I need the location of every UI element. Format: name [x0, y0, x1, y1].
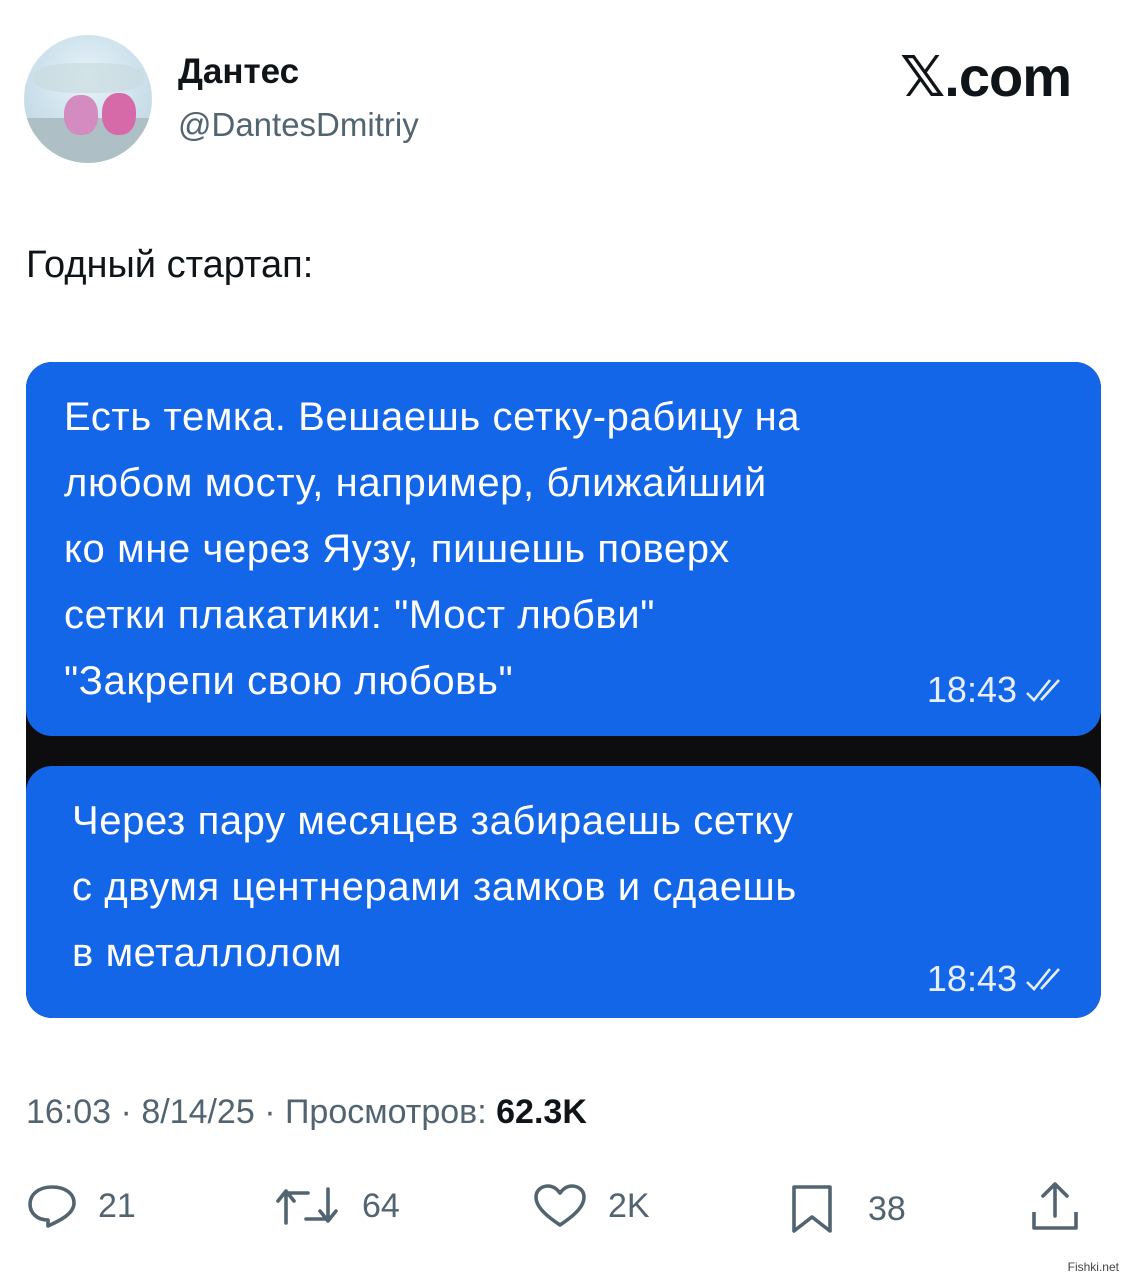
repost-button[interactable]: 64	[272, 1183, 400, 1229]
avatar-figure-right	[102, 93, 136, 135]
chat-screenshot: Есть темка. Вешаешь сетку-рабицу на любо…	[26, 362, 1101, 1018]
double-check-icon	[1026, 679, 1060, 702]
x-logo: 𝕏.com	[900, 45, 1072, 108]
chat-message-time: 18:43	[926, 669, 1017, 710]
watermark: Fishki.net	[1067, 1260, 1119, 1274]
tweet-time: 16:03	[26, 1093, 112, 1131]
author-handle[interactable]: @DantesDmitriy	[178, 106, 419, 144]
chat-message-time: 18:43	[926, 958, 1017, 999]
reply-button[interactable]: 21	[26, 1183, 136, 1229]
heart-icon	[534, 1184, 586, 1227]
chat-message-meta: 18:43	[927, 657, 1071, 723]
chat-message-bubble: Есть темка. Вешаешь сетку-рабицу на любо…	[26, 362, 1101, 736]
chat-message-bubble: Через пару месяцев забираешь сетку с дву…	[26, 766, 1101, 1018]
bookmark-count: 38	[868, 1189, 906, 1228]
chat-message-text: Есть темка. Вешаешь сетку-рабицу на любо…	[64, 395, 801, 703]
double-check-icon	[1026, 968, 1060, 991]
tweet-date: 8/14/25	[141, 1093, 255, 1131]
like-count: 2K	[608, 1186, 650, 1225]
tweet-text: Годный стартап:	[26, 244, 314, 286]
bookmark-icon	[792, 1185, 832, 1233]
views-label: Просмотров:	[284, 1093, 487, 1131]
share-icon	[1032, 1182, 1078, 1230]
chat-message-meta: 18:43	[927, 946, 1071, 1012]
repost-icon	[276, 1187, 338, 1225]
tweet-timestamp[interactable]: 16:03 · 8/14/25 · Просмотров: 62.3K	[26, 1093, 587, 1132]
author-display-name[interactable]: Дантес	[178, 52, 299, 92]
like-button[interactable]: 2K	[532, 1183, 650, 1229]
reply-icon	[28, 1185, 76, 1228]
repost-count: 64	[362, 1186, 400, 1225]
bookmark-button[interactable]: 38	[790, 1183, 906, 1235]
views-count: 62.3K	[496, 1093, 587, 1131]
reply-count: 21	[98, 1186, 136, 1225]
avatar-figure-left	[64, 95, 98, 135]
avatar-trees	[34, 63, 144, 93]
avatar[interactable]	[24, 35, 152, 163]
share-button[interactable]	[1030, 1180, 1080, 1232]
